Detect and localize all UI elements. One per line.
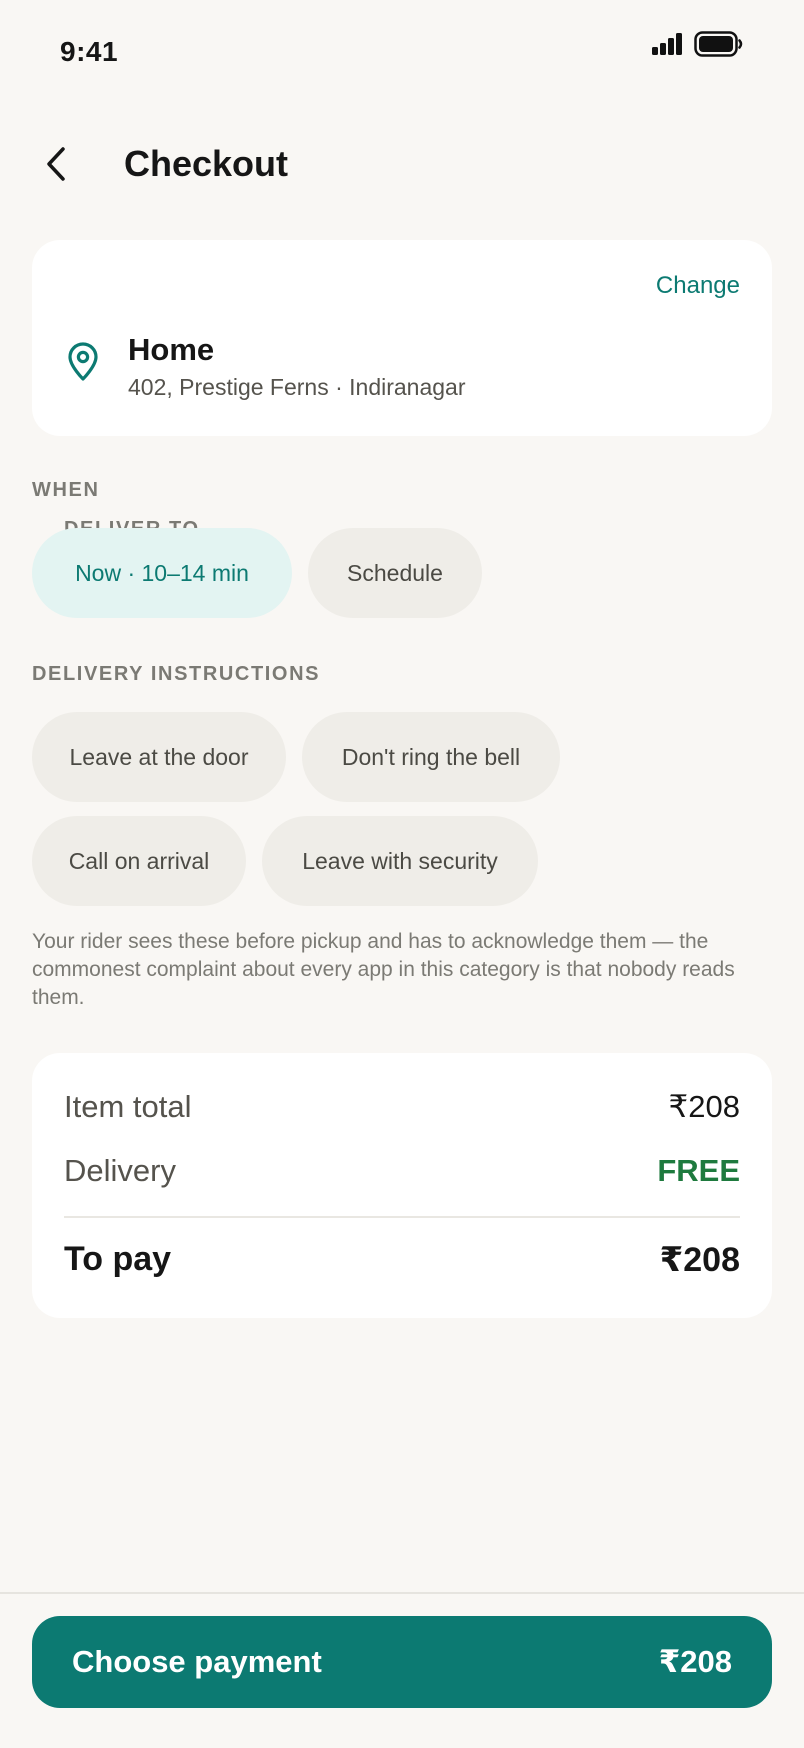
page-title: Checkout xyxy=(124,143,289,184)
checkout-screen: 9:41 Checkout DELIVER TO Change Home 402… xyxy=(0,0,804,1748)
to-pay-value: ₹208 xyxy=(659,1241,740,1279)
battery-icon xyxy=(694,31,743,57)
instruction-chip-leave-with-security[interactable]: Leave with security xyxy=(262,816,538,906)
item-total-value: ₹208 xyxy=(668,1089,740,1124)
back-button[interactable] xyxy=(36,140,76,188)
when-option-schedule[interactable]: Schedule xyxy=(308,528,482,618)
cellular-signal-icon xyxy=(652,33,684,55)
instructions-note: Your rider sees these before pickup and … xyxy=(32,930,735,1009)
instruction-chip-call-on-arrival[interactable]: Call on arrival xyxy=(32,816,246,906)
choose-payment-label: Choose payment xyxy=(72,1644,322,1679)
delivery-fee-value: FREE xyxy=(657,1153,740,1188)
change-address-link[interactable]: Change xyxy=(656,272,740,300)
footer-divider xyxy=(0,1592,804,1594)
item-total-label: Item total xyxy=(64,1089,192,1124)
summary-divider xyxy=(64,1216,740,1218)
map-pin-icon xyxy=(68,342,98,381)
chevron-left-icon xyxy=(47,147,65,181)
to-pay-label: To pay xyxy=(64,1240,172,1278)
address-line: 402, Prestige Ferns · Indiranagar xyxy=(128,374,466,400)
instruction-chip-dont-ring-bell[interactable]: Don't ring the bell xyxy=(302,712,560,802)
delivery-instructions-label: DELIVERY INSTRUCTIONS xyxy=(32,663,321,685)
when-label: WHEN xyxy=(32,479,100,501)
address-name: Home xyxy=(128,332,215,367)
delivery-fee-label: Delivery xyxy=(64,1153,176,1188)
status-bar: 9:41 xyxy=(0,0,804,100)
status-time: 9:41 xyxy=(60,36,119,67)
instruction-chip-leave-at-door[interactable]: Leave at the door xyxy=(32,712,286,802)
choose-payment-button[interactable]: Choose payment ₹208 xyxy=(32,1616,772,1708)
when-option-now[interactable]: Now · 10–14 min xyxy=(32,528,292,618)
choose-payment-amount: ₹208 xyxy=(658,1644,732,1679)
